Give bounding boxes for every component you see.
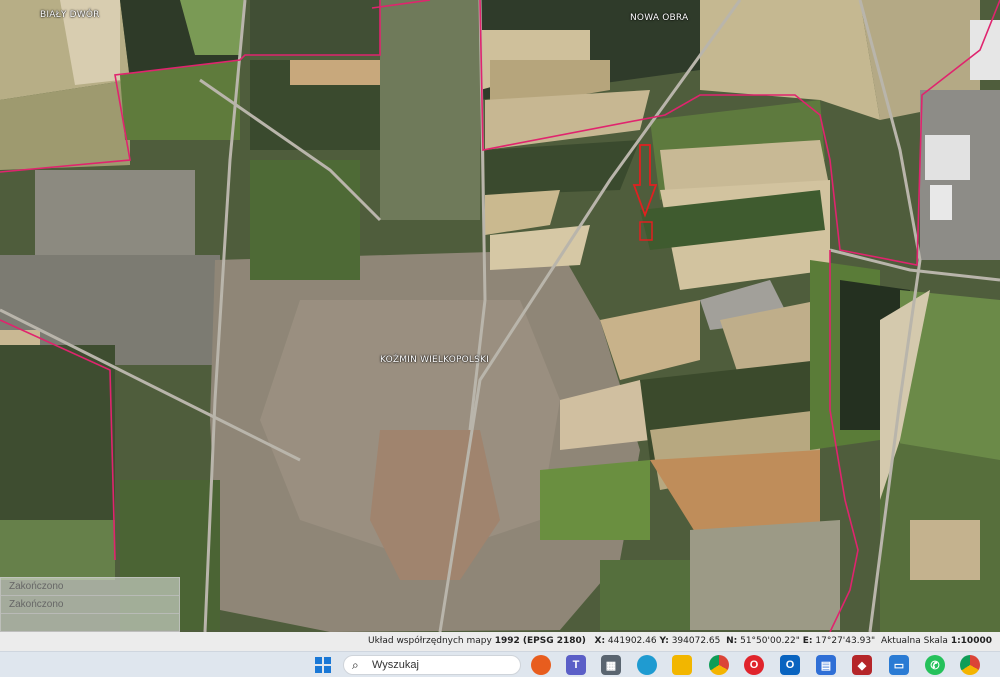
taskbar: ⌕ Wyszukaj T ▦ O O ▤ ◆ ▭ ✆ bbox=[0, 651, 1000, 677]
whatsapp-icon[interactable]: ✆ bbox=[925, 655, 945, 675]
satellite-map[interactable]: BIAŁY DWÓR NOWA OBRA KOŹMIN WIELKOPOLSKI… bbox=[0, 0, 1000, 632]
n-label: N: bbox=[726, 636, 738, 646]
taskbar-search[interactable]: ⌕ Wyszukaj bbox=[343, 655, 521, 675]
x-label: X: bbox=[594, 636, 606, 646]
scale-label: Aktualna Skala bbox=[880, 636, 948, 646]
status-row: Zakończono bbox=[1, 578, 179, 596]
e-label: E: bbox=[802, 636, 813, 646]
n-value: 51°50'00.22" bbox=[740, 636, 800, 646]
calculator-icon[interactable]: ▦ bbox=[601, 655, 621, 675]
search-icon: ⌕ bbox=[352, 658, 359, 672]
place-label-bialy-dwor: BIAŁY DWÓR bbox=[40, 10, 100, 20]
status-panel: Zakończono Zakończono bbox=[0, 577, 180, 632]
coordinate-bar: Układ współrzędnych mapy 1992 (EPSG 2180… bbox=[0, 632, 1000, 651]
place-label-nowa-obra: NOWA OBRA bbox=[630, 13, 689, 23]
opera-icon[interactable]: O bbox=[744, 655, 764, 675]
status-row: Zakończono bbox=[1, 596, 179, 614]
coord-system-label: Układ współrzędnych mapy bbox=[368, 636, 492, 646]
e-value: 17°27'43.93" bbox=[815, 636, 876, 646]
chrome-icon[interactable] bbox=[709, 655, 729, 675]
coord-system-value: 1992 (EPSG 2180) bbox=[494, 636, 586, 646]
place-label-kozmin: KOŹMIN WIELKOPOLSKI bbox=[380, 355, 490, 365]
file-explorer-icon[interactable] bbox=[672, 655, 692, 675]
edge-icon[interactable] bbox=[637, 655, 657, 675]
status-row bbox=[1, 614, 179, 632]
search-placeholder: Wyszukaj bbox=[372, 659, 419, 671]
teams-icon[interactable]: T bbox=[566, 655, 586, 675]
store-icon[interactable]: ▤ bbox=[816, 655, 836, 675]
red-app-icon[interactable]: ◆ bbox=[852, 655, 872, 675]
y-label: Y: bbox=[659, 636, 669, 646]
chrome-profile-icon[interactable] bbox=[960, 655, 980, 675]
y-value: 394072.65 bbox=[671, 636, 721, 646]
scale-value: 1:10000 bbox=[950, 636, 992, 646]
blue-app-icon[interactable]: ▭ bbox=[889, 655, 909, 675]
windows-start-icon[interactable] bbox=[313, 655, 333, 675]
outlook-icon[interactable]: O bbox=[780, 655, 800, 675]
x-value: 441902.46 bbox=[607, 636, 657, 646]
firefox-icon[interactable] bbox=[531, 655, 551, 675]
map-imagery bbox=[0, 0, 1000, 632]
